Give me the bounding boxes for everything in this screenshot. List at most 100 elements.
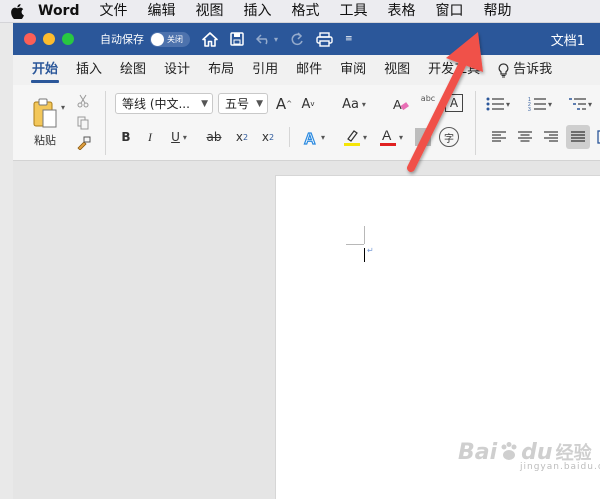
- svg-text:3: 3: [528, 107, 531, 111]
- menu-tools[interactable]: 工具: [330, 0, 378, 23]
- tab-insert[interactable]: 插入: [67, 55, 111, 85]
- tab-home[interactable]: 开始: [23, 55, 67, 85]
- menu-help[interactable]: 帮助: [474, 0, 522, 23]
- baidu-watermark: Bai du 经验 jingyan.baidu.com: [458, 432, 600, 473]
- ribbon-divider: [475, 91, 476, 155]
- text-effects-button[interactable]: A ▾: [299, 127, 329, 147]
- change-case-button[interactable]: Aa ▾: [339, 94, 369, 114]
- customize-toolbar-icon[interactable]: ≡: [345, 34, 353, 44]
- ribbon-divider: [289, 127, 290, 147]
- watermark-brand: Bai: [458, 439, 498, 465]
- title-bar: 自动保存 关闭 ▾ ≡ 文档1: [13, 23, 600, 55]
- justify-icon[interactable]: [566, 125, 590, 149]
- character-border-button[interactable]: A: [445, 94, 463, 112]
- tab-references[interactable]: 引用: [243, 55, 287, 85]
- strikethrough-button[interactable]: ab: [203, 127, 225, 147]
- highlight-color-button[interactable]: ▾: [339, 125, 371, 149]
- autosave-label: 自动保存: [100, 33, 144, 46]
- shrink-font-button[interactable]: Av: [299, 94, 317, 114]
- tab-design[interactable]: 设计: [155, 55, 199, 85]
- align-left-icon[interactable]: [489, 127, 509, 147]
- enclose-characters-button[interactable]: 字: [439, 127, 459, 147]
- text-effects-icon: A: [303, 130, 316, 146]
- autosave-toggle[interactable]: 关闭: [150, 31, 190, 47]
- paste-dropdown-icon[interactable]: ▾: [61, 103, 65, 112]
- paste-button[interactable]: 粘贴: [23, 93, 67, 153]
- highlight-swatch: [343, 143, 360, 146]
- multilevel-list-icon[interactable]: ▾: [567, 94, 593, 114]
- zoom-window-button[interactable]: [62, 33, 74, 45]
- tab-developer[interactable]: 开发工具: [419, 55, 489, 85]
- subscript-digit: 2: [243, 132, 249, 142]
- redo-icon[interactable]: [290, 32, 304, 46]
- menu-bar: Word 文件 编辑 视图 插入 格式 工具 表格 窗口 帮助: [0, 0, 600, 23]
- numbering-icon[interactable]: 123 ▾: [527, 94, 553, 114]
- tab-view[interactable]: 视图: [375, 55, 419, 85]
- tab-draw[interactable]: 绘图: [111, 55, 155, 85]
- quick-access-toolbar: 自动保存 关闭 ▾ ≡: [100, 31, 353, 47]
- align-center-icon[interactable]: [515, 127, 535, 147]
- menu-window[interactable]: 窗口: [426, 0, 474, 23]
- format-painter-icon[interactable]: [75, 135, 93, 151]
- cut-icon[interactable]: [75, 93, 91, 109]
- undo-dropdown-icon[interactable]: ▾: [274, 35, 278, 44]
- subscript-button[interactable]: x2: [233, 127, 251, 147]
- change-case-glyph: Aa: [342, 96, 359, 112]
- superscript-digit: 2: [269, 132, 275, 142]
- menu-edit[interactable]: 编辑: [138, 0, 186, 23]
- superscript-button[interactable]: x2: [259, 127, 277, 147]
- chevron-down-icon: ▾: [320, 132, 325, 142]
- bold-button[interactable]: B: [117, 127, 135, 147]
- chevron-down-icon: ▾: [361, 99, 366, 109]
- svg-text:A: A: [393, 97, 402, 112]
- home-icon[interactable]: [202, 31, 218, 47]
- font-size-select[interactable]: 五号 ▼: [218, 93, 268, 114]
- underline-glyph: U: [171, 130, 180, 144]
- tab-layout[interactable]: 布局: [199, 55, 243, 85]
- copy-icon[interactable]: [75, 115, 91, 131]
- close-window-button[interactable]: [24, 33, 36, 45]
- char-border-glyph: A: [449, 96, 459, 110]
- print-icon[interactable]: [316, 31, 333, 47]
- superscript-glyph: x: [261, 130, 269, 144]
- ribbon-divider: [105, 91, 106, 155]
- minimize-window-button[interactable]: [43, 33, 55, 45]
- chevron-down-icon: ▾: [505, 99, 510, 109]
- window-controls: [24, 33, 74, 45]
- menu-format[interactable]: 格式: [282, 0, 330, 23]
- distributed-icon[interactable]: [595, 125, 600, 149]
- undo-icon[interactable]: [256, 33, 272, 45]
- svg-text:A: A: [304, 131, 316, 146]
- font-color-swatch: [379, 143, 396, 146]
- chevron-down-icon: ▾: [547, 99, 552, 109]
- character-shading-button[interactable]: [415, 128, 431, 146]
- menu-file[interactable]: 文件: [90, 0, 138, 23]
- tab-review[interactable]: 审阅: [331, 55, 375, 85]
- underline-button[interactable]: U ▾: [165, 127, 193, 147]
- align-right-icon[interactable]: [541, 127, 561, 147]
- menu-insert[interactable]: 插入: [234, 0, 282, 23]
- menu-table[interactable]: 表格: [378, 0, 426, 23]
- margin-marker: [346, 244, 364, 245]
- lightbulb-icon: [498, 62, 509, 78]
- phonetic-guide-button[interactable]: abc: [417, 91, 439, 105]
- font-name-select[interactable]: 等线 (中文... ▼: [115, 93, 213, 114]
- font-name-value: 等线 (中文...: [122, 97, 190, 111]
- toggle-knob: [151, 32, 164, 46]
- clear-formatting-icon[interactable]: A: [391, 94, 411, 114]
- grow-font-button[interactable]: A ^: [275, 94, 293, 114]
- paragraph-mark-icon: ↵: [367, 246, 374, 255]
- watermark-url: jingyan.baidu.com: [520, 462, 600, 472]
- tell-me-search[interactable]: 告诉我: [489, 55, 561, 85]
- save-icon[interactable]: [230, 32, 244, 46]
- font-color-button[interactable]: A ▾: [375, 125, 407, 149]
- apple-menu-icon[interactable]: [0, 3, 34, 19]
- autosave-state: 关闭: [167, 34, 183, 44]
- menu-app-word[interactable]: Word: [34, 0, 90, 23]
- bullets-icon[interactable]: ▾: [485, 94, 511, 114]
- chevron-down-icon: ▾: [362, 132, 367, 142]
- italic-button[interactable]: I: [141, 127, 159, 147]
- font-color-icon: A: [379, 127, 396, 146]
- menu-view[interactable]: 视图: [186, 0, 234, 23]
- tab-mailings[interactable]: 邮件: [287, 55, 331, 85]
